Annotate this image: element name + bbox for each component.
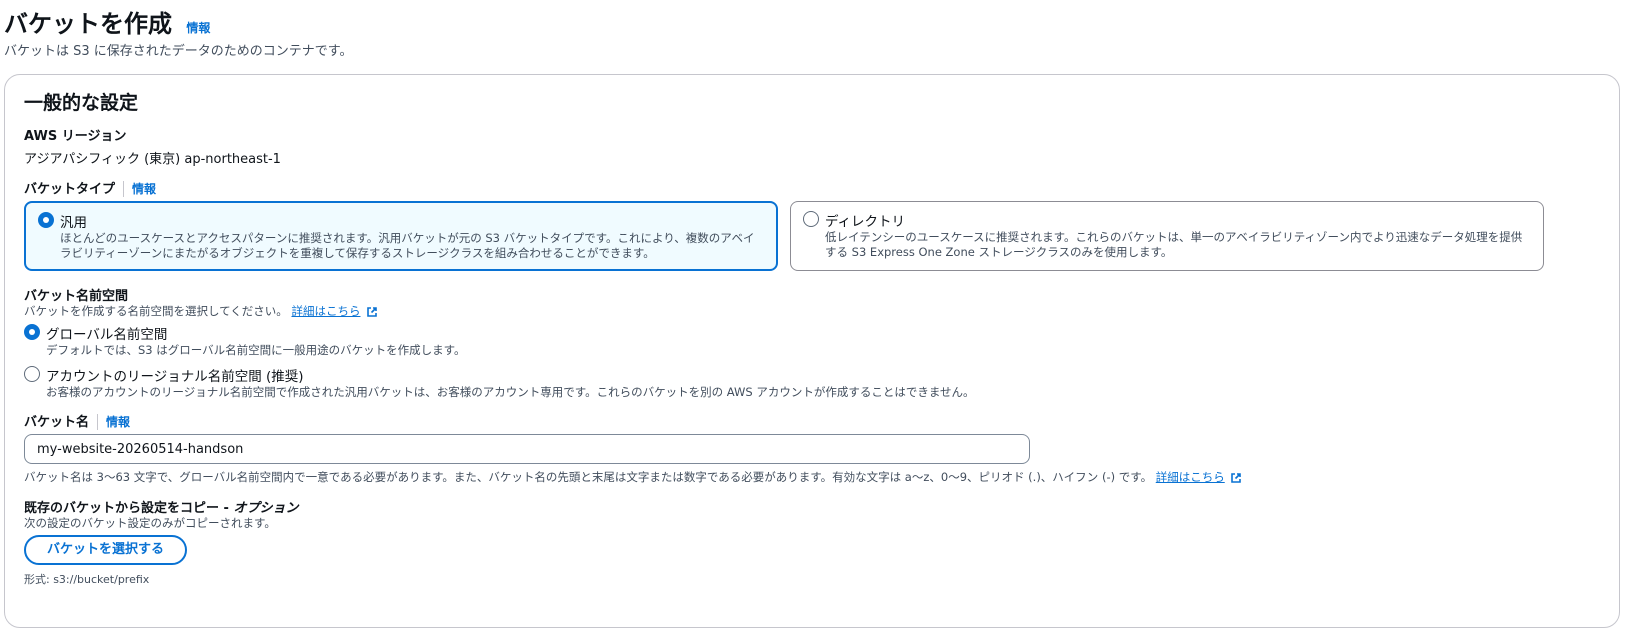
bucket-name-info-link[interactable]: 情報	[106, 415, 130, 429]
bucket-type-label: バケットタイプ	[24, 182, 116, 197]
regional-namespace-title[interactable]: アカウントのリージョナル名前空間 (推奨)	[46, 365, 304, 385]
radio-general-selected[interactable]	[38, 212, 54, 228]
format-hint: 形式: s3://bucket/prefix	[24, 573, 150, 586]
bucket-name-learn-more-link[interactable]: 詳細はこちら	[1156, 470, 1225, 484]
page-title: バケットを作成 情報	[4, 4, 210, 39]
page-description: バケットは S3 に保存されたデータのためのコンテナです。	[4, 44, 353, 59]
copy-settings-label: 既存のバケットから設定をコピー - オプション	[24, 497, 298, 516]
external-link-icon[interactable]	[1230, 472, 1242, 484]
bucket-name-header: バケット名 情報	[24, 411, 130, 430]
tile-title-general: 汎用	[60, 215, 87, 231]
bucket-name-label: バケット名	[24, 415, 90, 430]
global-namespace-desc: デフォルトでは、S3 はグローバル名前空間に一般用途のバケットを作成します。	[46, 343, 466, 357]
divider	[97, 413, 99, 430]
regional-namespace-desc: お客様のアカウントのリージョナル名前空間で作成された汎用バケットは、お客様のアカ…	[46, 385, 975, 399]
bucket-type-tile-directory[interactable]: ディレクトリ 低レイテンシーのユースケースに推奨されます。これらのバケットは、単…	[790, 201, 1544, 271]
radio-global-namespace-selected[interactable]	[24, 324, 40, 340]
choose-bucket-button[interactable]: バケットを選択する	[24, 535, 187, 565]
region-label: AWS リージョン	[24, 129, 127, 144]
copy-settings-description: 次の設定のバケット設定のみがコピーされます。	[24, 516, 276, 530]
tile-desc-directory-1: 低レイテンシーのユースケースに推奨されます。これらのバケットは、単一のアベイラビ…	[825, 230, 1523, 244]
section-title: 一般的な設定	[24, 92, 139, 114]
external-link-icon[interactable]	[366, 306, 378, 318]
radio-regional-namespace[interactable]	[24, 366, 40, 382]
bucket-name-constraint: バケット名は 3〜63 文字で、グローバル名前空間内で一意である必要があります。…	[24, 470, 1153, 484]
bucket-type-info-link[interactable]: 情報	[132, 182, 156, 196]
region-value: アジアパシフィック (東京) ap-northeast-1	[24, 152, 281, 167]
divider	[123, 180, 125, 197]
page-title-text: バケットを作成	[4, 10, 172, 38]
tile-desc-general-2: ラビリティーゾーンにまたがるオブジェクトを重複して保存するストレージクラスを組み…	[60, 246, 655, 260]
namespace-learn-more-link[interactable]: 詳細はこちら	[291, 304, 360, 318]
bucket-type-header: バケットタイプ 情報	[24, 178, 156, 197]
copy-settings-label-main: 既存のバケットから設定をコピー -	[24, 501, 234, 516]
namespace-label: バケット名前空間	[24, 289, 129, 304]
bucket-type-tile-general[interactable]: 汎用 ほとんどのユースケースとアクセスパターンに推奨されます。汎用バケットが元の…	[24, 201, 778, 271]
namespace-description-row: バケットを作成する名前空間を選択してください。 詳細はこちら	[24, 303, 378, 319]
title-info-link[interactable]: 情報	[186, 21, 210, 35]
tile-desc-general-1: ほとんどのユースケースとアクセスパターンに推奨されます。汎用バケットが元の S3…	[60, 231, 755, 245]
global-namespace-title[interactable]: グローバル名前空間	[46, 323, 167, 343]
bucket-name-input[interactable]	[24, 434, 1030, 464]
tile-title-directory: ディレクトリ	[825, 214, 906, 230]
copy-settings-optional: オプション	[233, 501, 299, 516]
tile-desc-directory-2: する S3 Express One Zone ストレージクラスのみを使用します。	[825, 245, 1173, 259]
namespace-description: バケットを作成する名前空間を選択してください。	[24, 304, 288, 318]
bucket-name-constraint-row: バケット名は 3〜63 文字で、グローバル名前空間内で一意である必要があります。…	[24, 469, 1242, 485]
radio-directory[interactable]	[803, 211, 819, 227]
